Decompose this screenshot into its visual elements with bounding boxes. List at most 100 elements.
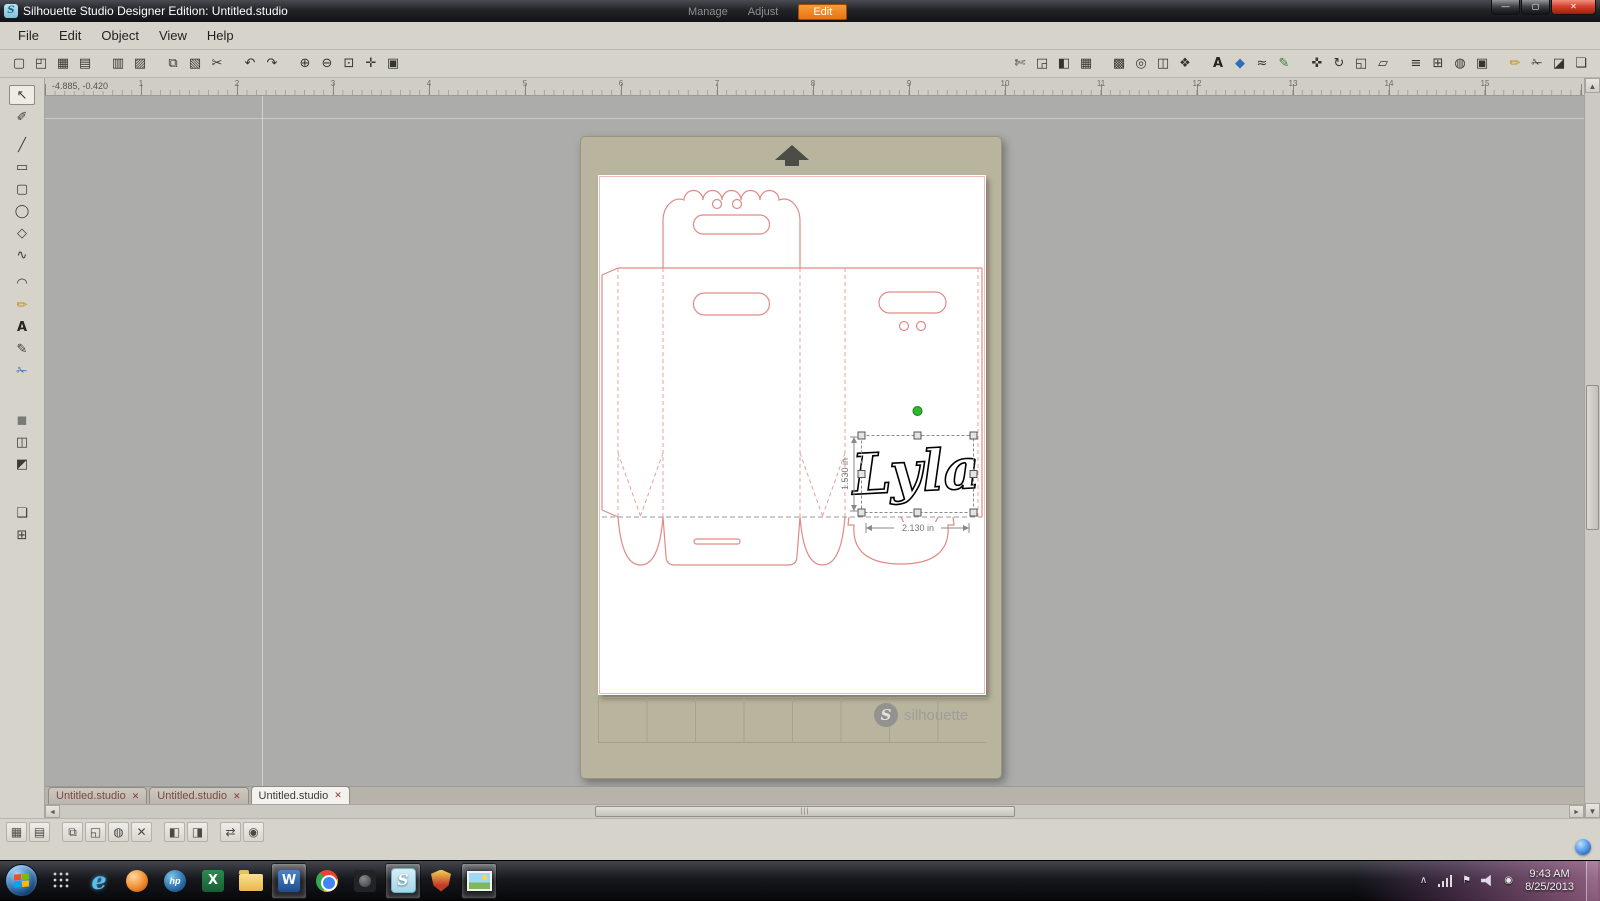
- vertical-scroll-thumb[interactable]: [1586, 385, 1599, 530]
- paste-icon[interactable]: ▧: [184, 53, 206, 75]
- scroll-up-arrow[interactable]: ▲: [1585, 78, 1600, 93]
- explorer-folder-icon[interactable]: [233, 863, 269, 899]
- page-settings-icon[interactable]: ◧: [1053, 53, 1075, 75]
- scroll-right-arrow[interactable]: ►: [1569, 805, 1584, 818]
- copy-icon[interactable]: ⧉: [162, 53, 184, 75]
- arc-tool[interactable]: ◠: [9, 273, 35, 293]
- cutting-mat[interactable]: Lyla: [580, 136, 1002, 779]
- globe-icon[interactable]: [1575, 839, 1591, 855]
- cut-settings-icon[interactable]: ✄: [1009, 53, 1031, 75]
- bring-to-front-button[interactable]: ◧: [164, 822, 185, 842]
- eraser-tool[interactable]: ◩: [9, 454, 35, 474]
- note-tool[interactable]: ✎: [9, 339, 35, 359]
- menu-edit[interactable]: Edit: [49, 24, 91, 47]
- polygon-tool[interactable]: ◇: [9, 223, 35, 243]
- rotate-icon[interactable]: ↻: [1328, 53, 1350, 75]
- replicate-icon[interactable]: ⊞: [1427, 53, 1449, 75]
- undo-icon[interactable]: ↶: [239, 53, 261, 75]
- volume-icon[interactable]: [1481, 875, 1494, 887]
- knife-settings-icon[interactable]: ✁: [1526, 53, 1548, 75]
- rotate-button[interactable]: ◉: [243, 822, 264, 842]
- adjust-tab[interactable]: Adjust: [748, 6, 779, 18]
- picture-viewer-icon[interactable]: [461, 863, 497, 899]
- select-tool[interactable]: ↖: [9, 85, 35, 105]
- weld-button[interactable]: ◍: [108, 822, 129, 842]
- align-icon[interactable]: ≡: [1405, 53, 1427, 75]
- freehand-tool[interactable]: ✏: [9, 295, 35, 315]
- make-compound-button[interactable]: ▦: [6, 822, 27, 842]
- group-options-icon[interactable]: ▣: [1471, 53, 1493, 75]
- photo-app-icon[interactable]: [347, 863, 383, 899]
- weld-icon[interactable]: ◍: [1449, 53, 1471, 75]
- open-icon[interactable]: ◰: [30, 53, 52, 75]
- knife-tool[interactable]: ✁: [9, 361, 35, 381]
- close-button[interactable]: ✕: [1551, 0, 1596, 15]
- edit-points-tool[interactable]: ✐: [9, 107, 35, 127]
- edit-button[interactable]: Edit: [798, 4, 847, 20]
- rectangle-tool[interactable]: ▭: [9, 157, 35, 177]
- scroll-left-arrow[interactable]: ◄: [45, 805, 60, 818]
- sketch-pens-icon[interactable]: ✏: [1504, 53, 1526, 75]
- tab-close-icon[interactable]: ✕: [132, 791, 140, 802]
- hidden-icons-button[interactable]: ∧: [1417, 875, 1430, 886]
- fill-tool[interactable]: ◼: [9, 410, 35, 430]
- workspace[interactable]: Lyla: [45, 96, 1584, 786]
- pattern-tool[interactable]: ◫: [9, 432, 35, 452]
- ellipse-tool[interactable]: ◯: [9, 201, 35, 221]
- mirror-button[interactable]: ⇄: [220, 822, 241, 842]
- scale-icon[interactable]: ◱: [1350, 53, 1372, 75]
- scroll-down-arrow[interactable]: ▼: [1585, 803, 1600, 818]
- text-tool[interactable]: A: [9, 317, 35, 337]
- move-icon[interactable]: ✜: [1306, 53, 1328, 75]
- rounded-rectangle-tool[interactable]: ▢: [9, 179, 35, 199]
- fill-color-icon[interactable]: ◆: [1229, 53, 1251, 75]
- rotation-handle[interactable]: [913, 407, 922, 416]
- menu-file[interactable]: File: [8, 24, 49, 47]
- object-edit-icon[interactable]: ❖: [1174, 53, 1196, 75]
- security-app-icon[interactable]: [423, 863, 459, 899]
- menu-view[interactable]: View: [149, 24, 197, 47]
- offset-icon[interactable]: ◎: [1130, 53, 1152, 75]
- minimize-button[interactable]: —: [1491, 0, 1520, 15]
- word-icon[interactable]: W: [271, 863, 307, 899]
- library-panel-icon[interactable]: ❏: [1570, 53, 1592, 75]
- modify-icon[interactable]: ◫: [1152, 53, 1174, 75]
- library-tool[interactable]: ⊞: [9, 525, 35, 545]
- print-icon[interactable]: ▥: [107, 53, 129, 75]
- chrome-icon[interactable]: [309, 863, 345, 899]
- excel-icon[interactable]: X: [195, 863, 231, 899]
- zoom-in-icon[interactable]: ⊕: [294, 53, 316, 75]
- vertical-scrollbar[interactable]: ▲ ▼: [1584, 78, 1600, 818]
- document-tab[interactable]: Untitled.studio ✕: [251, 786, 350, 804]
- page-setup-icon[interactable]: ▨: [129, 53, 151, 75]
- document-tab[interactable]: Untitled.studio ✕: [149, 787, 248, 804]
- antivirus-icon[interactable]: ◉: [1502, 875, 1515, 886]
- tab-close-icon[interactable]: ✕: [334, 790, 342, 801]
- horizontal-scrollbar[interactable]: ◄ ||| ►: [45, 804, 1584, 818]
- app-grid-icon[interactable]: [43, 863, 79, 899]
- line-color-icon[interactable]: ✎: [1273, 53, 1295, 75]
- new-document-icon[interactable]: ▢: [8, 53, 30, 75]
- line-style-icon[interactable]: ≈: [1251, 53, 1273, 75]
- save-to-library-icon[interactable]: ▤: [74, 53, 96, 75]
- shear-icon[interactable]: ▱: [1372, 53, 1394, 75]
- network-icon[interactable]: [1438, 875, 1452, 887]
- cut-icon[interactable]: ✂: [206, 53, 228, 75]
- start-button[interactable]: [0, 861, 42, 901]
- hp-assistant-icon[interactable]: hp: [157, 863, 193, 899]
- eraser-settings-icon[interactable]: ◪: [1548, 53, 1570, 75]
- box-template[interactable]: [602, 191, 982, 566]
- line-tool[interactable]: ╱: [9, 135, 35, 155]
- maximize-button[interactable]: ▢: [1521, 0, 1550, 15]
- group-button[interactable]: ⧉: [62, 822, 83, 842]
- clock[interactable]: 9:43 AM 8/25/2013: [1525, 868, 1574, 894]
- document-page[interactable]: Lyla: [598, 175, 986, 695]
- send-to-back-button[interactable]: ◨: [187, 822, 208, 842]
- pan-icon[interactable]: ✛: [360, 53, 382, 75]
- text-style-icon[interactable]: A: [1207, 53, 1229, 75]
- release-compound-button[interactable]: ▤: [29, 822, 50, 842]
- menu-object[interactable]: Object: [91, 24, 149, 47]
- action-center-flag-icon[interactable]: ⚑: [1460, 875, 1473, 886]
- document-tab[interactable]: Untitled.studio ✕: [48, 787, 147, 804]
- text-object-lyla[interactable]: Lyla: [848, 436, 981, 509]
